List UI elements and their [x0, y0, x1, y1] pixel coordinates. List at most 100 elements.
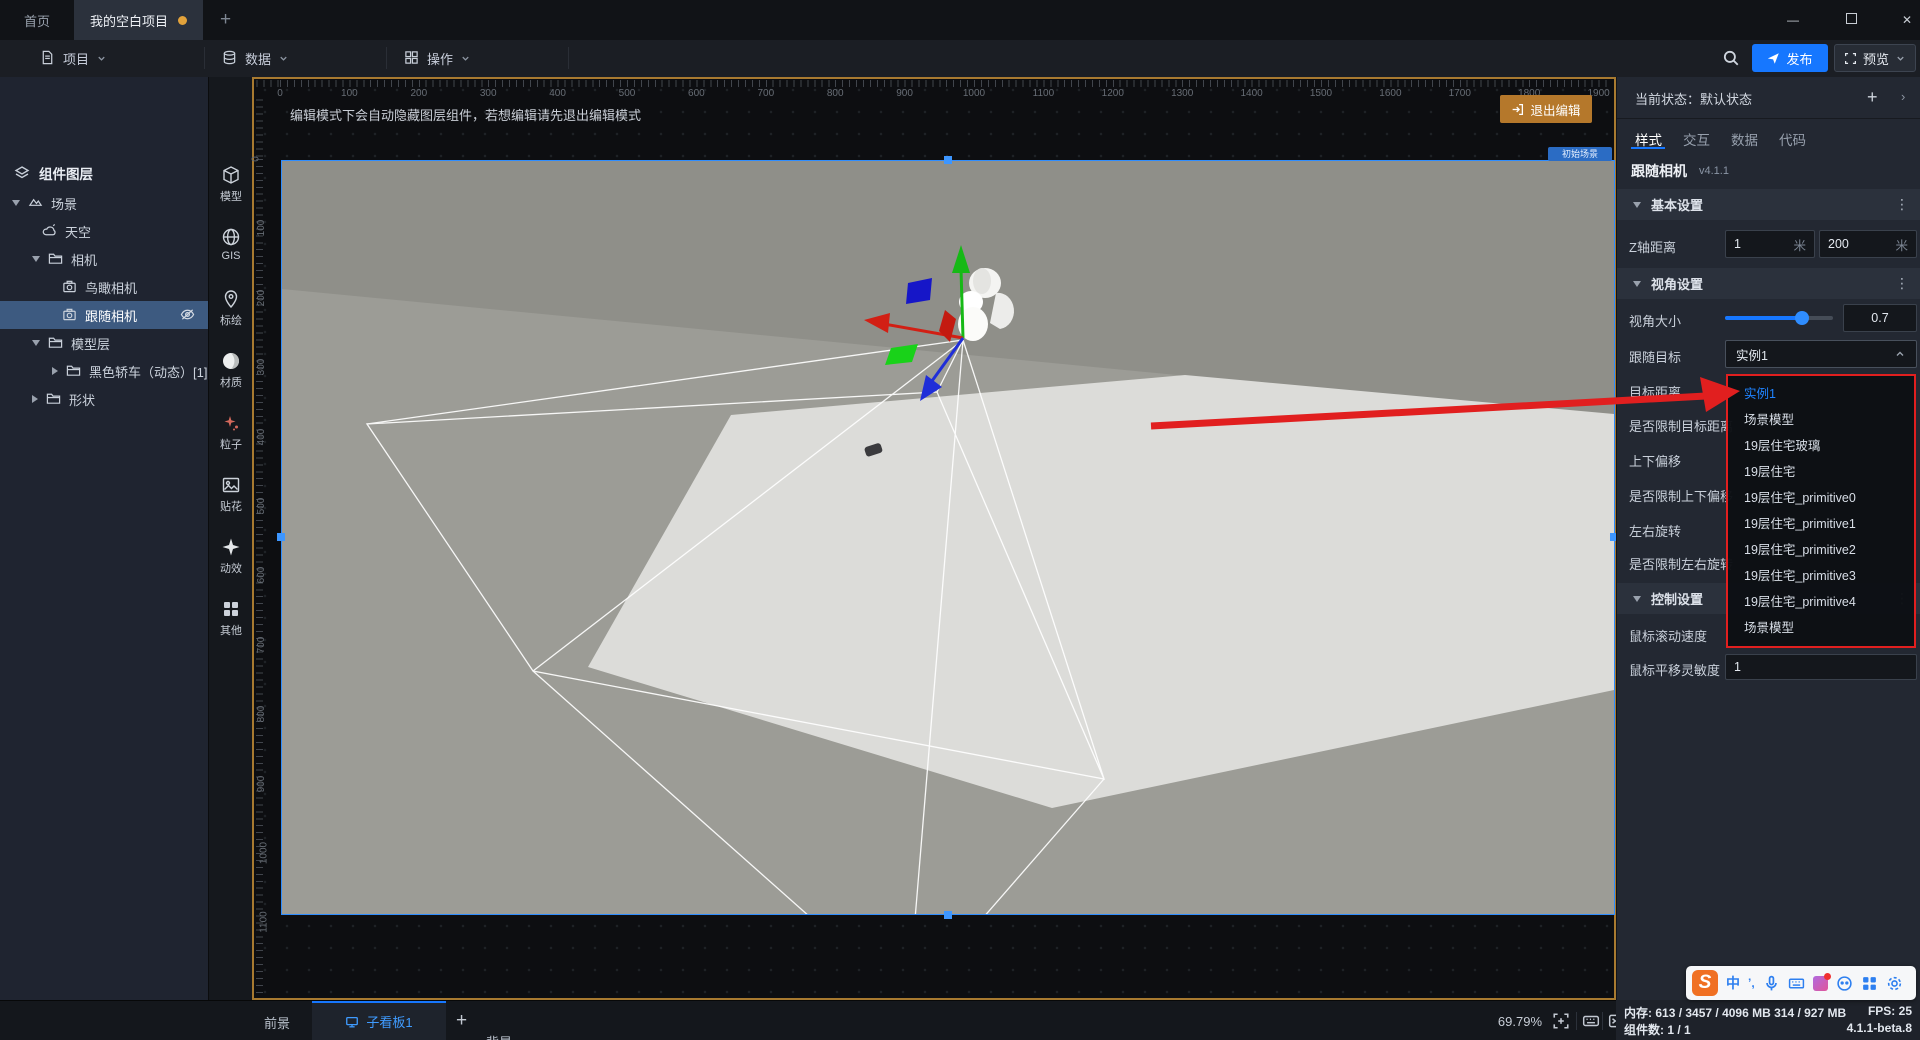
tree-item-场景[interactable]: 场景 [0, 189, 208, 217]
virtual-keyboard-icon[interactable] [1788, 975, 1805, 992]
section-header-视角设置[interactable]: 视角设置 ⋮ [1617, 268, 1920, 299]
dock-item-模型[interactable]: 模型 [209, 165, 253, 204]
caret-icon[interactable] [52, 367, 58, 375]
zoom-percent[interactable]: 69.79% [1478, 1014, 1542, 1029]
more-icon[interactable]: ⋮ [1895, 275, 1909, 292]
dropdown-option-3[interactable]: 19层住宅 [1728, 459, 1914, 485]
search-icon[interactable] [1722, 49, 1740, 67]
close-icon[interactable]: ✕ [1898, 12, 1916, 28]
3d-viewport[interactable] [282, 161, 1614, 914]
inspector-tab-交互[interactable]: 交互 [1683, 129, 1710, 149]
dock-item-动效[interactable]: 动效 [209, 537, 253, 576]
h-ruler-label: 1400 [1240, 88, 1263, 99]
status-block: 内存: 613 / 3457 / 4096 MB 314 / 927 MB FP… [1616, 1000, 1920, 1040]
inspector-tab-代码[interactable]: 代码 [1779, 129, 1806, 149]
dock-item-贴花[interactable]: 贴花 [209, 475, 253, 514]
dropdown-option-5[interactable]: 19层住宅_primitive1 [1728, 511, 1914, 537]
dock-item-标绘[interactable]: 标绘 [209, 289, 253, 328]
tree-item-天空[interactable]: 天空 [0, 217, 208, 245]
ime-punct-icon[interactable]: ’, [1748, 976, 1755, 990]
dropdown-option-2[interactable]: 19层住宅玻璃 [1728, 433, 1914, 459]
tree-item-鸟瞰相机[interactable]: 鸟瞰相机 [0, 273, 208, 301]
caret-icon[interactable] [12, 200, 20, 206]
dropdown-option-9[interactable]: 场景模型 [1728, 615, 1914, 641]
shortcut-keyboard-icon[interactable] [1582, 1012, 1600, 1030]
restore-icon[interactable] [1842, 12, 1860, 28]
z-distance-min-input[interactable]: 1 米 [1725, 230, 1815, 258]
pan-sensitivity-input[interactable]: 1 [1725, 654, 1917, 680]
follow-target-dropdown: 实例1 场景模型 19层住宅玻璃 19层住宅 19层住宅_primitive0 19层住宅… [1726, 374, 1916, 648]
caret-icon[interactable] [32, 340, 40, 346]
resize-handle-left[interactable] [277, 533, 285, 541]
eye-hidden-icon[interactable] [180, 307, 195, 322]
ime-menu-grid-icon[interactable] [1861, 975, 1878, 992]
fov-slider-knob[interactable] [1795, 311, 1809, 325]
menu-item-数据[interactable]: 数据 [222, 40, 289, 76]
dropdown-option-8[interactable]: 19层住宅_primitive4 [1728, 589, 1914, 615]
tree-item-label: 跟随相机 [85, 308, 138, 324]
inspector-tab-样式[interactable]: 样式 [1635, 129, 1662, 149]
dock-item-GIS[interactable]: GIS [209, 227, 253, 262]
tree-item-相机[interactable]: 相机 [0, 245, 208, 273]
menu-bar: 项目 数据 操作 发布 预览 [0, 40, 1920, 78]
section-header-基本设置[interactable]: 基本设置 ⋮ [1617, 189, 1920, 220]
assistant-icon[interactable] [1836, 975, 1853, 992]
dropdown-option-6[interactable]: 19层住宅_primitive2 [1728, 537, 1914, 563]
pan-sensitivity-value: 1 [1734, 660, 1741, 674]
add-state-icon[interactable]: + [1867, 87, 1878, 108]
caret-icon[interactable] [1633, 201, 1641, 208]
h-ruler-label: 100 [341, 88, 358, 99]
resize-handle-top[interactable] [944, 156, 952, 164]
z-distance-min-value: 1 [1734, 237, 1741, 251]
tree-item-形状[interactable]: 形状 [0, 385, 208, 413]
caret-icon[interactable] [1633, 280, 1641, 287]
window-tab-0[interactable]: 首页 [8, 0, 66, 40]
resize-handle-bottom[interactable] [944, 911, 952, 919]
new-tab-button[interactable]: + [220, 9, 231, 31]
tree-item-跟随相机[interactable]: 跟随相机 [0, 301, 208, 329]
preview-button[interactable]: 预览 [1834, 44, 1916, 72]
exit-edit-button[interactable]: 退出编辑 [1500, 95, 1592, 123]
skin-icon[interactable] [1812, 972, 1831, 991]
caret-icon[interactable] [32, 256, 40, 262]
window-tab-1[interactable]: 我的空白项目 [74, 0, 204, 40]
fov-slider[interactable] [1725, 311, 1833, 325]
v-ruler-label: 800 [255, 705, 267, 723]
dock-item-材质[interactable]: 材质 [209, 351, 253, 390]
h-ruler-label: 400 [549, 88, 566, 99]
tree-item-黑色轿车（动态）[1][interactable]: 黑色轿车（动态）[1] [0, 357, 208, 385]
fit-view-icon[interactable] [1552, 1012, 1570, 1030]
menu-item-操作[interactable]: 操作 [404, 40, 471, 76]
sogou-logo-icon[interactable]: S [1692, 970, 1718, 996]
memory-value: 613 / 3457 / 4096 MB [1655, 1006, 1771, 1020]
ime-settings-icon[interactable] [1886, 975, 1903, 992]
h-ruler-label: 700 [757, 88, 775, 99]
z-distance-max-value: 200 [1828, 237, 1849, 251]
field-label-limit_vertical_label: 是否限制上下偏移 [1629, 489, 1734, 504]
inspector-tab-数据[interactable]: 数据 [1731, 129, 1758, 149]
ime-mode-icon[interactable]: 中 [1726, 973, 1740, 993]
add-subpanel-button[interactable]: + [456, 1010, 467, 1032]
folder-icon [66, 363, 82, 379]
caret-icon[interactable] [32, 395, 38, 403]
dock-item-其他[interactable]: 其他 [209, 599, 253, 638]
dropdown-option-0[interactable]: 实例1 [1728, 381, 1914, 407]
fov-value-input[interactable]: 0.7 [1843, 304, 1917, 332]
subpanel-tab[interactable]: 子看板1 [312, 1001, 446, 1040]
tree-item-模型层[interactable]: 模型层 [0, 329, 208, 357]
edit-area: 0 100 200 300 400 500 600 700 800 900 1000 1100 1200… [250, 77, 1618, 1000]
publish-button[interactable]: 发布 [1752, 44, 1828, 72]
dock-item-粒子[interactable]: 粒子 [209, 413, 253, 452]
chevron-right-icon[interactable]: › [1901, 89, 1905, 104]
minimize-icon[interactable]: — [1784, 12, 1802, 28]
more-icon[interactable]: ⋮ [1895, 196, 1909, 213]
z-distance-max-input[interactable]: 200 米 [1819, 230, 1917, 258]
board-icon [345, 1015, 359, 1029]
follow-target-select[interactable]: 实例1 [1725, 340, 1917, 368]
microphone-icon[interactable] [1763, 975, 1780, 992]
dropdown-option-4[interactable]: 19层住宅_primitive0 [1728, 485, 1914, 511]
menu-item-项目[interactable]: 项目 [40, 40, 107, 76]
dropdown-option-1[interactable]: 场景模型 [1728, 407, 1914, 433]
dropdown-option-7[interactable]: 19层住宅_primitive3 [1728, 563, 1914, 589]
caret-icon[interactable] [1633, 595, 1641, 602]
